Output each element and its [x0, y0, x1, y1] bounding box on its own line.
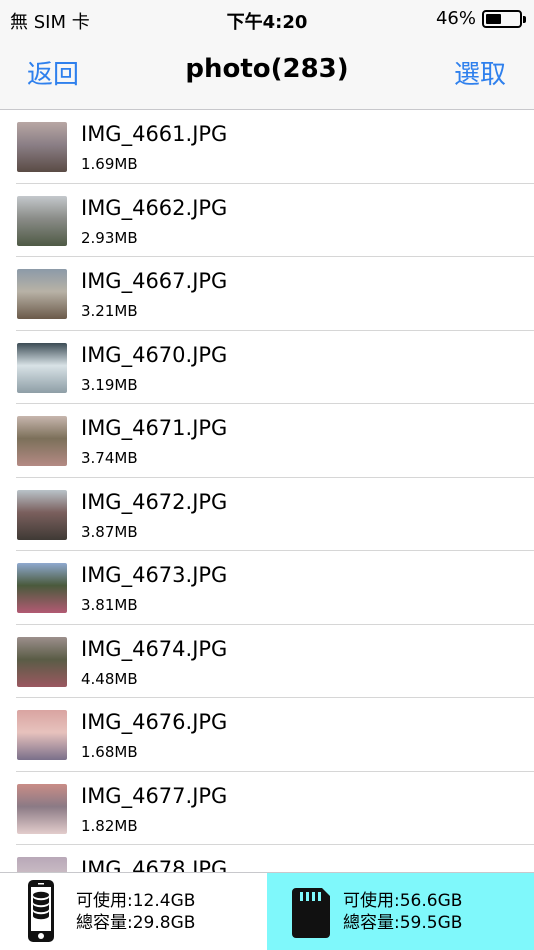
file-row[interactable]: IMG_4671.JPG 3.74MB	[0, 404, 534, 478]
sd-available-label: 可使用:56.6GB	[343, 891, 463, 911]
file-size: 3.21MB	[81, 302, 138, 320]
photo-thumbnail	[17, 269, 67, 319]
file-name: IMG_4671.JPG	[81, 416, 228, 440]
file-size: 2.93MB	[81, 228, 138, 247]
file-row[interactable]: IMG_4661.JPG 1.69MB	[0, 110, 534, 184]
select-button[interactable]: 選取	[454, 54, 506, 91]
photo-thumbnail	[17, 195, 67, 246]
file-size: 3.81MB	[81, 596, 138, 614]
storage-bar: 可使用:12.4GB 總容量:29.8GB 可使用:56.6GB 總容量:59.…	[0, 872, 534, 950]
file-row[interactable]: IMG_4670.JPG 3.19MB	[0, 331, 534, 405]
file-name: IMG_4678.JPG	[81, 857, 228, 872]
photo-thumbnail	[17, 342, 67, 393]
file-row[interactable]: IMG_4677.JPG 1.82MB	[0, 772, 534, 846]
sd-card-icon	[292, 888, 330, 938]
file-size: 1.68MB	[81, 743, 138, 761]
status-bar: 無 SIM 卡 下午4:20 46%	[0, 0, 534, 36]
file-row[interactable]: IMG_4676.JPG 1.68MB	[0, 698, 534, 772]
file-size: 4.48MB	[81, 669, 138, 688]
file-name: IMG_4662.JPG	[81, 195, 228, 220]
photo-thumbnail	[17, 857, 67, 872]
file-name: IMG_4667.JPG	[81, 269, 228, 293]
photo-thumbnail	[17, 636, 67, 687]
file-name: IMG_4673.JPG	[81, 563, 228, 587]
file-size: 3.19MB	[81, 375, 138, 394]
battery-indicator: 46%	[435, 8, 526, 29]
file-name: IMG_4670.JPG	[81, 342, 228, 367]
file-name: IMG_4661.JPG	[81, 122, 228, 146]
file-row[interactable]: IMG_4667.JPG 3.21MB	[0, 257, 534, 331]
file-name: IMG_4676.JPG	[81, 710, 228, 734]
sd-total-label: 總容量:59.5GB	[343, 913, 463, 933]
photo-thumbnail	[17, 563, 67, 613]
sd-storage-info: 可使用:56.6GB 總容量:59.5GB	[343, 890, 462, 934]
file-name: IMG_4672.JPG	[81, 489, 228, 514]
phone-database-icon	[28, 880, 54, 942]
phone-available-label: 可使用:12.4GB	[76, 891, 196, 911]
photo-thumbnail	[17, 416, 67, 466]
battery-fill	[486, 13, 501, 24]
battery-icon	[482, 9, 526, 28]
photo-thumbnail	[17, 122, 67, 172]
photo-thumbnail	[17, 489, 67, 540]
phone-storage-panel[interactable]: 可使用:12.4GB 總容量:29.8GB	[0, 873, 267, 950]
file-size: 3.87MB	[81, 522, 138, 541]
file-size: 1.69MB	[81, 155, 138, 173]
sd-storage-panel[interactable]: 可使用:56.6GB 總容量:59.5GB	[267, 873, 534, 950]
file-name: IMG_4674.JPG	[81, 636, 228, 661]
photo-thumbnail	[17, 783, 67, 834]
file-row[interactable]: IMG_4672.JPG 3.87MB	[0, 478, 534, 552]
file-list[interactable]: IMG_4661.JPG 1.69MB IMG_4662.JPG 2.93MB IMG_…	[0, 110, 534, 872]
navigation-bar: 返回 photo(283) 選取	[0, 36, 534, 110]
photo-thumbnail	[17, 710, 67, 760]
phone-total-label: 總容量:29.8GB	[76, 913, 196, 933]
file-name: IMG_4677.JPG	[81, 783, 228, 808]
file-size: 1.82MB	[81, 816, 138, 835]
file-row[interactable]: IMG_4673.JPG 3.81MB	[0, 551, 534, 625]
battery-percent: 46%	[435, 8, 476, 29]
file-size: 3.74MB	[81, 449, 138, 467]
file-row[interactable]: IMG_4662.JPG 2.93MB	[0, 184, 534, 258]
file-row[interactable]: IMG_4678.JPG	[0, 845, 534, 872]
file-row[interactable]: IMG_4674.JPG 4.48MB	[0, 625, 534, 699]
phone-storage-info: 可使用:12.4GB 總容量:29.8GB	[76, 890, 195, 934]
